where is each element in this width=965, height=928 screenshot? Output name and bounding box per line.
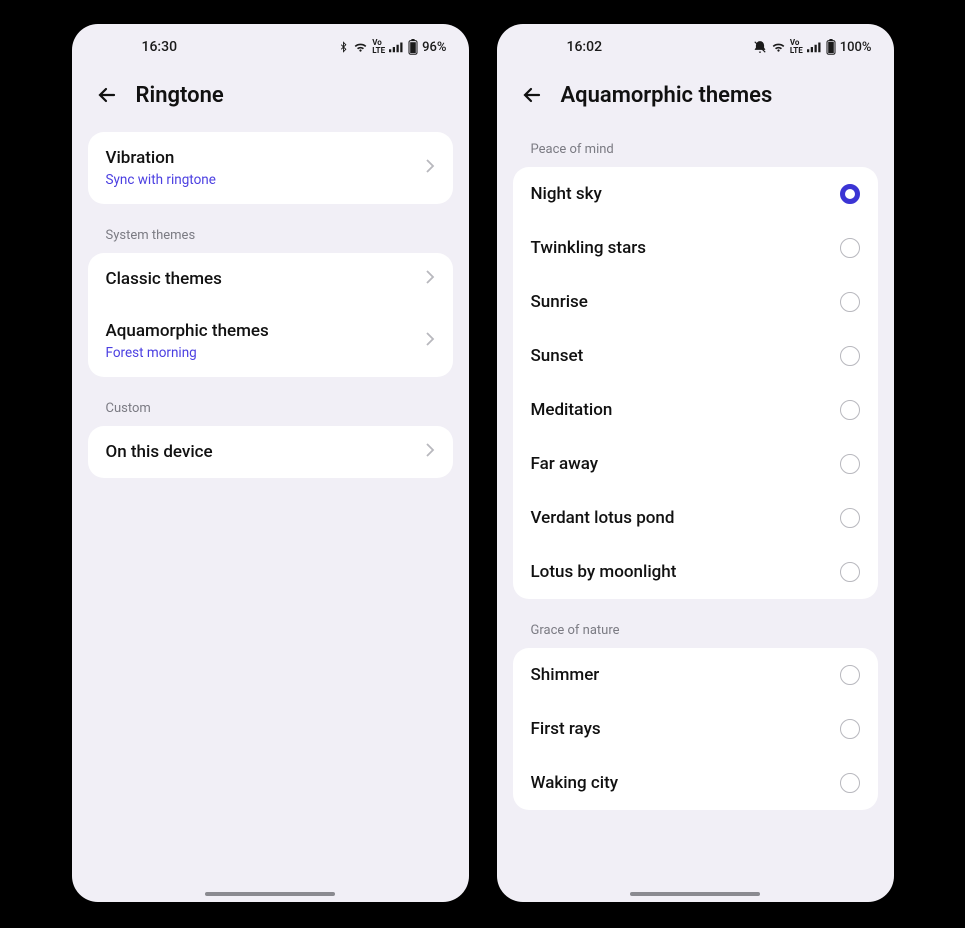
- theme-option-label: Verdant lotus pond: [531, 508, 675, 528]
- page-title: Aquamorphic themes: [561, 83, 773, 108]
- phone-right: 16:02 VoLTE 100% Aquamorphic themes Peac…: [497, 24, 894, 902]
- theme-option[interactable]: Shimmer: [513, 648, 878, 702]
- bluetooth-icon: [338, 40, 349, 54]
- battery-icon: [408, 39, 418, 55]
- section-peace-of-mind: Peace of mind: [513, 124, 878, 167]
- theme-option-label: Meditation: [531, 400, 613, 420]
- theme-option[interactable]: Lotus by moonlight: [513, 545, 878, 599]
- theme-option-label: Sunset: [531, 346, 584, 366]
- theme-option-label: Sunrise: [531, 292, 588, 312]
- theme-option[interactable]: Verdant lotus pond: [513, 491, 878, 545]
- theme-option[interactable]: Sunset: [513, 329, 878, 383]
- radio-icon[interactable]: [840, 454, 860, 474]
- theme-option[interactable]: Sunrise: [513, 275, 878, 329]
- radio-icon[interactable]: [840, 665, 860, 685]
- chevron-right-icon: [425, 269, 435, 289]
- header: Ringtone: [72, 64, 469, 124]
- classic-themes-label: Classic themes: [106, 269, 222, 289]
- chevron-right-icon: [425, 331, 435, 351]
- arrow-left-icon: [95, 83, 119, 107]
- theme-option-label: Night sky: [531, 184, 602, 204]
- dnd-icon: [753, 40, 767, 54]
- section-custom: Custom: [88, 377, 453, 426]
- theme-option[interactable]: Twinkling stars: [513, 221, 878, 275]
- home-indicator[interactable]: [205, 892, 335, 896]
- theme-option[interactable]: Night sky: [513, 167, 878, 221]
- theme-option-label: Shimmer: [531, 665, 600, 685]
- theme-option-label: Waking city: [531, 773, 619, 793]
- system-themes-card: Classic themes Aquamorphic themes Forest…: [88, 253, 453, 377]
- battery-text: 100%: [840, 40, 872, 55]
- back-button[interactable]: [519, 82, 545, 108]
- wifi-icon: [771, 40, 786, 54]
- radio-icon[interactable]: [840, 184, 860, 204]
- chevron-right-icon: [425, 442, 435, 462]
- signal-icon: [389, 41, 404, 53]
- volte-icon: VoLTE: [790, 39, 803, 55]
- radio-icon[interactable]: [840, 400, 860, 420]
- status-time: 16:02: [567, 39, 603, 55]
- radio-icon[interactable]: [840, 562, 860, 582]
- theme-option[interactable]: Far away: [513, 437, 878, 491]
- radio-icon[interactable]: [840, 238, 860, 258]
- theme-option-label: Far away: [531, 454, 599, 474]
- status-icons: VoLTE 100%: [753, 39, 872, 55]
- statusbar: 16:02 VoLTE 100%: [497, 30, 894, 64]
- status-time: 16:30: [142, 39, 178, 55]
- statusbar: 16:30 VoLTE 96%: [72, 30, 469, 64]
- vibration-card: Vibration Sync with ringtone: [88, 132, 453, 204]
- on-this-device-label: On this device: [106, 442, 213, 462]
- radio-icon[interactable]: [840, 346, 860, 366]
- arrow-left-icon: [520, 83, 544, 107]
- battery-text: 96%: [422, 40, 446, 55]
- signal-icon: [807, 41, 822, 53]
- volte-icon: VoLTE: [372, 39, 385, 55]
- back-button[interactable]: [94, 82, 120, 108]
- aquamorphic-title: Aquamorphic themes: [106, 321, 269, 341]
- theme-option[interactable]: Waking city: [513, 756, 878, 810]
- content: Vibration Sync with ringtone System them…: [72, 124, 469, 902]
- theme-option-label: Twinkling stars: [531, 238, 647, 258]
- phone-left: 16:30 VoLTE 96% Ringtone: [72, 24, 469, 902]
- radio-icon[interactable]: [840, 719, 860, 739]
- aquamorphic-subtitle: Forest morning: [106, 345, 269, 361]
- theme-option-label: First rays: [531, 719, 601, 739]
- peace-of-mind-card: Night sky Twinkling stars Sunrise Sunset Med…: [513, 167, 878, 599]
- radio-icon[interactable]: [840, 292, 860, 312]
- header: Aquamorphic themes: [497, 64, 894, 124]
- battery-icon: [826, 39, 836, 55]
- status-icons: VoLTE 96%: [338, 39, 446, 55]
- custom-card: On this device: [88, 426, 453, 478]
- classic-themes-row[interactable]: Classic themes: [88, 253, 453, 305]
- vibration-row[interactable]: Vibration Sync with ringtone: [88, 132, 453, 204]
- radio-icon[interactable]: [840, 508, 860, 528]
- radio-icon[interactable]: [840, 773, 860, 793]
- chevron-right-icon: [425, 158, 435, 178]
- page-title: Ringtone: [136, 83, 224, 108]
- content: Peace of mind Night sky Twinkling stars Su…: [497, 124, 894, 902]
- vibration-title: Vibration: [106, 148, 216, 168]
- section-system-themes: System themes: [88, 204, 453, 253]
- theme-option-label: Lotus by moonlight: [531, 562, 677, 582]
- home-indicator[interactable]: [630, 892, 760, 896]
- theme-option[interactable]: First rays: [513, 702, 878, 756]
- grace-of-nature-card: Shimmer First rays Waking city: [513, 648, 878, 810]
- vibration-subtitle: Sync with ringtone: [106, 172, 216, 188]
- wifi-icon: [353, 40, 368, 54]
- on-this-device-row[interactable]: On this device: [88, 426, 453, 478]
- aquamorphic-themes-row[interactable]: Aquamorphic themes Forest morning: [88, 305, 453, 377]
- theme-option[interactable]: Meditation: [513, 383, 878, 437]
- section-grace-of-nature: Grace of nature: [513, 599, 878, 648]
